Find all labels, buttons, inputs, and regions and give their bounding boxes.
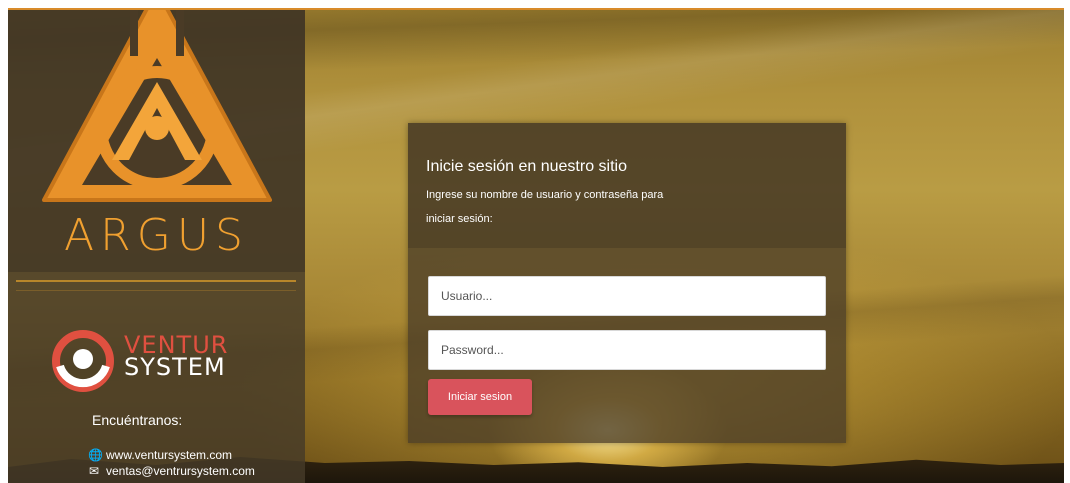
brand-logo-area: ARGUS (8, 10, 305, 272)
sidebar-divider-secondary (16, 290, 296, 291)
website-link[interactable]: www.ventursystem.com (106, 448, 232, 462)
ventur-system-brand: VENTUR SYSTEM (124, 333, 228, 381)
login-title: Inicie sesión en nuestro sitio (426, 158, 627, 175)
login-subtitle-line1: Ingrese su nombre de usuario y contraseñ… (426, 189, 664, 201)
login-page: ARGUS VENTUR SYSTEM Encuéntranos: 🌐 www.v… (8, 8, 1064, 483)
login-panel: Inicie sesión en nuestro sitio Ingrese s… (408, 123, 846, 443)
sidebar: ARGUS VENTUR SYSTEM Encuéntranos: 🌐 www.v… (8, 10, 305, 483)
login-panel-header: Inicie sesión en nuestro sitio Ingrese s… (408, 123, 846, 248)
login-subtitle: Ingrese su nombre de usuario y contraseñ… (426, 183, 726, 231)
globe-icon: 🌐 (88, 448, 103, 462)
ventur-brand-line2: SYSTEM (124, 353, 226, 381)
find-us-label: Encuéntranos: (92, 412, 183, 428)
sidebar-divider (16, 280, 296, 282)
argus-brand-name: ARGUS (64, 210, 249, 261)
password-input[interactable] (428, 330, 826, 370)
argus-logo-icon (42, 10, 272, 202)
login-button[interactable]: Iniciar sesion (428, 379, 532, 415)
login-subtitle-line2: iniciar sesión: (426, 213, 493, 225)
email-link[interactable]: ventas@ventrursystem.com (106, 464, 255, 478)
email-contact[interactable]: ✉ ventas@ventrursystem.com (88, 464, 255, 478)
ventur-system-logo-icon (52, 330, 114, 392)
website-contact[interactable]: 🌐 www.ventursystem.com (88, 448, 232, 462)
username-input[interactable] (428, 276, 826, 316)
mail-icon: ✉ (88, 464, 100, 478)
